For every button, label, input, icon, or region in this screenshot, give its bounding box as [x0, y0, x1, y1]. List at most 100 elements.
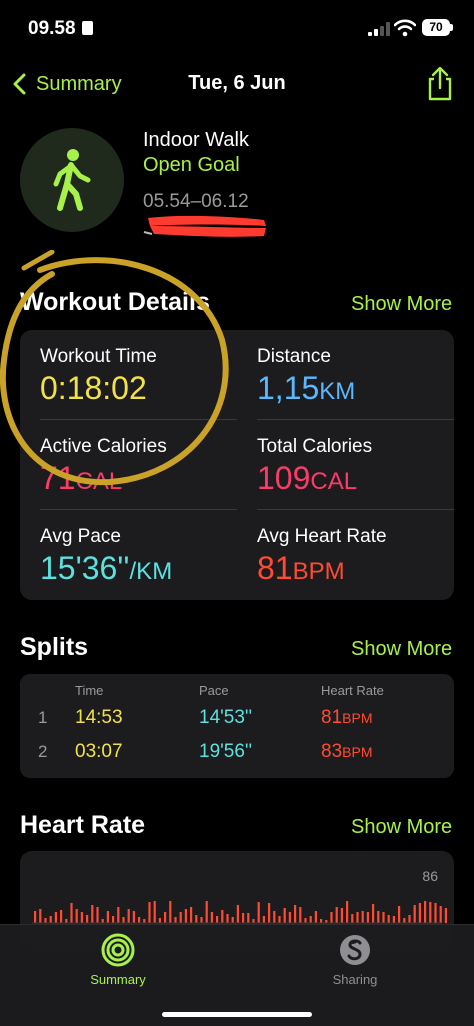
splits-col-time: Time: [75, 683, 104, 698]
heart-rate-bar: [346, 901, 349, 923]
tab-summary[interactable]: Summary: [58, 933, 178, 989]
heart-rate-bar: [112, 916, 115, 923]
heart-rate-bar: [70, 903, 73, 923]
split-hr-unit: BPM: [342, 710, 373, 726]
heart-rate-bar: [106, 911, 109, 923]
heart-rate-bar: [169, 901, 172, 923]
tab-summary-label: Summary: [90, 972, 146, 987]
heart-rate-bar: [127, 909, 130, 923]
heart-rate-bar: [273, 911, 276, 923]
heart-rate-bar: [340, 908, 343, 923]
splits-show-more-link[interactable]: Show More: [351, 638, 452, 661]
walking-figure-icon: [53, 149, 91, 211]
split-hr-number: 81: [321, 707, 343, 728]
divider: [257, 419, 454, 420]
split-time: 14:53: [75, 707, 123, 728]
heart-rate-bar: [361, 911, 364, 923]
metric-unit: CAL: [310, 468, 358, 495]
heart-rate-bar: [195, 915, 198, 923]
workout-type-badge: [20, 128, 124, 232]
heart-rate-show-more-link[interactable]: Show More: [351, 816, 452, 839]
heart-rate-bar: [39, 909, 42, 923]
metric-number: 81: [257, 550, 293, 586]
metric-number: 15'36'': [40, 550, 130, 586]
heart-rate-bar: [372, 904, 375, 923]
heart-rate-bar: [143, 919, 146, 923]
split-number: 1: [38, 708, 48, 727]
heart-rate-bar: [283, 908, 286, 923]
heart-rate-bar: [91, 905, 94, 923]
heart-rate-bar: [330, 912, 333, 923]
metric-label-avg-pace: Avg Pace: [40, 526, 121, 547]
highlight-circle-annotation: [0, 250, 229, 486]
split-pace: 14'53'': [199, 707, 253, 728]
heart-rate-max-label: 86: [422, 868, 438, 884]
workout-time-range: 05.54–06.12: [143, 191, 249, 212]
divider: [40, 509, 237, 510]
tab-sharing-label: Sharing: [332, 972, 378, 987]
heart-rate-bar: [221, 910, 224, 923]
heart-rate-bar: [392, 916, 395, 923]
lock-icon: [81, 21, 93, 35]
metric-value-avg-heart-rate: 81BPM: [257, 550, 345, 587]
heart-rate-bar: [158, 918, 161, 923]
heart-rate-bar: [429, 902, 432, 923]
split-pace: 19'56'': [199, 741, 253, 762]
heart-rate-bar: [122, 917, 125, 923]
heart-rate-bar: [320, 919, 323, 923]
metric-value-distance: 1,15KM: [257, 370, 355, 407]
heart-rate-bar: [413, 905, 416, 923]
home-indicator: [162, 1012, 312, 1017]
heart-rate-bar: [216, 916, 219, 923]
heart-rate-bar: [387, 915, 390, 923]
divider: [257, 509, 454, 510]
heart-rate-bar: [377, 911, 380, 923]
heart-rate-bar: [65, 919, 68, 923]
redaction-scribble: [143, 215, 266, 237]
heart-rate-bar: [418, 903, 421, 923]
heart-rate-bar: [231, 917, 234, 923]
split-number: 2: [38, 742, 48, 761]
heart-rate-bar: [96, 907, 99, 923]
battery-tip: [450, 24, 453, 31]
heart-rate-bar: [335, 907, 338, 923]
metric-number: 109: [257, 460, 311, 496]
heart-rate-bar: [278, 916, 281, 923]
heart-rate-bar: [252, 919, 255, 923]
heart-rate-bar: [403, 918, 406, 923]
metric-label-total-calories: Total Calories: [257, 436, 373, 457]
heart-rate-bar: [257, 902, 260, 923]
heart-rate-bar: [179, 912, 182, 923]
heart-rate-bar: [262, 916, 265, 923]
heart-rate-bar: [444, 908, 447, 923]
heart-rate-bar: [304, 918, 307, 923]
split-heart-rate: 83BPM: [321, 741, 372, 763]
heart-rate-bar: [60, 910, 63, 923]
heart-rate-bar: [314, 911, 317, 923]
tab-sharing[interactable]: Sharing: [295, 933, 415, 989]
battery-level: 70: [429, 20, 443, 34]
heart-rate-bar: [184, 909, 187, 923]
heart-rate-bar: [86, 915, 89, 923]
heart-rate-bar: [210, 912, 213, 923]
splits-card: Time Pace Heart Rate 1 14:53 14'53'' 81B…: [20, 674, 454, 778]
heart-rate-bar: [138, 917, 141, 923]
heart-rate-bar: [34, 911, 37, 923]
splits-col-pace: Pace: [199, 683, 229, 698]
details-show-more-link[interactable]: Show More: [351, 293, 452, 316]
heart-rate-bar: [294, 905, 297, 923]
wifi-icon: [394, 19, 416, 37]
workout-goal: Open Goal: [143, 154, 240, 176]
heart-rate-bar: [408, 915, 411, 923]
heart-rate-bar: [309, 916, 312, 923]
metric-value-avg-pace: 15'36''/KM: [40, 550, 172, 587]
status-time: 09.58: [28, 18, 93, 40]
share-icon[interactable]: [424, 66, 456, 102]
heart-rate-bar: [75, 909, 78, 923]
heart-rate-bar: [148, 902, 151, 923]
heart-rate-bar: [44, 918, 47, 923]
heart-rate-bar: [398, 906, 401, 923]
split-hr-number: 83: [321, 741, 343, 762]
heart-rate-bar: [174, 917, 177, 923]
heart-rate-bar: [356, 912, 359, 923]
